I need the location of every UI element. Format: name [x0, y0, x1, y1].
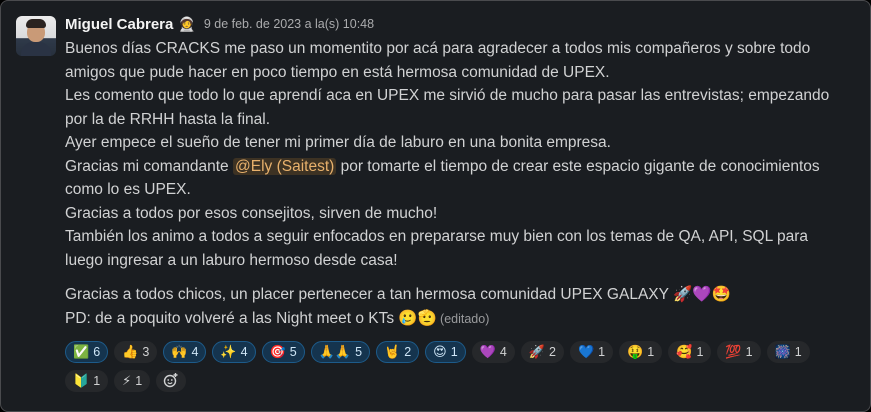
reaction-pill[interactable]: 🙏🙏 5 — [310, 341, 371, 363]
reaction-pill[interactable]: 🎆 1 — [766, 341, 810, 363]
message-line: Les comento que todo lo que aprendí aca … — [65, 87, 830, 104]
message-line: También los animo a todos a seguir enfoc… — [65, 228, 808, 245]
reaction-emoji-icon: ⚡ — [122, 373, 132, 388]
reaction-pill[interactable]: 🥰 1 — [668, 341, 712, 363]
reaction-emoji-icon: 🚀 — [528, 344, 546, 359]
reaction-count: 6 — [93, 345, 101, 359]
reaction-pill[interactable]: 💯 1 — [717, 341, 761, 363]
message-line: Ayer empece el sueño de tener mi primer … — [65, 134, 611, 151]
thanks-prefix: Gracias mi comandante — [65, 157, 233, 175]
avatar-body — [21, 42, 51, 56]
message-container: Miguel Cabrera 🧑‍🚀 9 de feb. de 2023 a l… — [0, 0, 871, 412]
reaction-pill[interactable]: 👍 3 — [114, 341, 158, 363]
reaction-pill[interactable]: 🚀 2 — [520, 341, 564, 363]
reaction-emoji-icon: 😍 — [433, 344, 447, 359]
message-line: luego ingresar a un laburo hermoso desde… — [65, 251, 398, 269]
reaction-pill[interactable]: 💙 1 — [569, 341, 614, 363]
reaction-count: 1 — [135, 374, 143, 388]
message-line: amigos que pude hacer en poco tiempo en … — [65, 63, 610, 81]
message-line: como lo es UPEX. — [65, 181, 191, 198]
message-header: Miguel Cabrera 🧑‍🚀 9 de feb. de 2023 a l… — [65, 14, 374, 34]
reaction-emoji-icon: 💜 — [479, 344, 496, 359]
reaction-emoji-icon: ✨ — [220, 344, 237, 359]
reaction-emoji-icon: 🎆 — [774, 344, 791, 359]
reaction-emoji-icon: 💙 — [577, 344, 595, 359]
reaction-count: 1 — [696, 345, 704, 359]
avatar[interactable] — [16, 16, 56, 56]
reaction-emoji-icon: 🤑 — [627, 344, 644, 359]
reaction-emoji-icon: ✅ — [73, 344, 90, 359]
reaction-count: 4 — [191, 345, 199, 359]
reaction-emoji-icon: 🙌 — [171, 344, 188, 359]
reaction-count: 1 — [794, 345, 802, 359]
reaction-count: 1 — [745, 345, 753, 359]
reaction-count: 1 — [93, 374, 101, 388]
closing-line: Gracias a todos chicos, un placer perten… — [65, 286, 731, 303]
user-mention[interactable]: @Ely (Saitest) — [233, 157, 337, 175]
author-name[interactable]: Miguel Cabrera — [65, 16, 173, 33]
edited-label: (editado) — [440, 311, 490, 326]
add-emoji-icon — [163, 372, 179, 391]
reaction-count: 1 — [450, 345, 458, 359]
reaction-pill[interactable]: 😍 1 — [425, 341, 466, 363]
reaction-emoji-icon: 🥰 — [676, 344, 693, 359]
reaction-count: 2 — [549, 345, 556, 359]
thanks-suffix: por tomarte el tiempo de crear este espa… — [336, 157, 820, 175]
reaction-emoji-icon: 👍 — [122, 344, 139, 359]
reaction-count: 3 — [142, 345, 150, 359]
message-line: por la de RRHH hasta la final. — [65, 110, 271, 128]
reaction-pill[interactable]: 🔰 1 — [65, 370, 109, 392]
reaction-emoji-icon: 🙏🙏 — [318, 344, 352, 359]
avatar-hair — [26, 19, 46, 28]
reaction-count: 5 — [355, 345, 363, 359]
reaction-count: 1 — [647, 345, 655, 359]
message-body: Buenos días CRACKS me paso un momentito … — [65, 37, 865, 331]
reaction-pill[interactable]: ⚡ 1 — [114, 370, 151, 392]
reaction-emoji-icon: 🎯 — [269, 344, 286, 359]
reaction-pill[interactable]: 🤑 1 — [619, 341, 663, 363]
reaction-emoji-icon: 💯 — [725, 344, 742, 359]
message-line: Gracias a todos por esos consejitos, sir… — [65, 204, 438, 222]
astronaut-status-icon[interactable]: 🧑‍🚀 — [178, 16, 195, 33]
message-line-with-mention: Gracias mi comandante @Ely (Saitest) por… — [65, 155, 865, 179]
reaction-emoji-icon: 🤘 — [384, 344, 401, 359]
reaction-count: 2 — [404, 345, 412, 359]
add-reaction-button[interactable] — [156, 370, 187, 392]
reaction-pill[interactable]: ✨ 4 — [212, 341, 256, 363]
reaction-pill[interactable]: 🙌 4 — [163, 341, 207, 363]
reaction-count: 1 — [598, 345, 606, 359]
reactions-bar: ✅ 6 👍 3 🙌 4 ✨ 4 🎯 5 🙏🙏 5 🤘 2 😍 1 💜 4 🚀 2 💙 1 🤑 1 🥰 1 💯 1 🎆 1 🔰 1 ⚡ 1 — [65, 341, 845, 392]
reaction-pill[interactable]: 🎯 5 — [261, 341, 305, 363]
reaction-pill[interactable]: ✅ 6 — [65, 341, 109, 363]
reaction-pill[interactable]: 💜 4 — [471, 341, 515, 363]
message-line: Buenos días CRACKS me paso un momentito … — [65, 40, 811, 57]
reaction-pill[interactable]: 🤘 2 — [376, 341, 420, 363]
reaction-count: 4 — [499, 345, 507, 359]
reaction-count: 5 — [289, 345, 297, 359]
ps-line: PD: de a poquito volveré a las Night mee… — [65, 309, 438, 327]
reaction-count: 4 — [240, 345, 248, 359]
reaction-emoji-icon: 🔰 — [73, 373, 90, 388]
timestamp[interactable]: 9 de feb. de 2023 a la(s) 10:48 — [204, 17, 374, 31]
ps-line-row: PD: de a poquito volveré a las Night mee… — [65, 307, 865, 332]
